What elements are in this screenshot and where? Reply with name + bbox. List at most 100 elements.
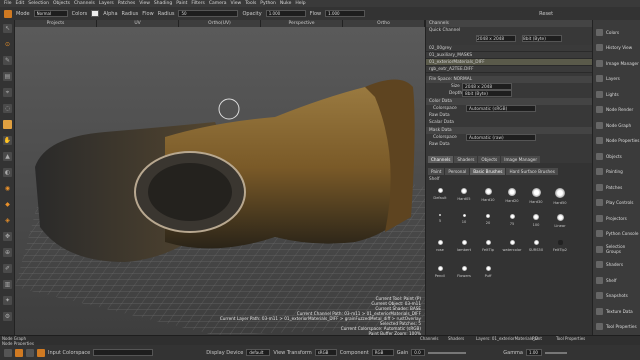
menu-item[interactable]: File — [4, 1, 12, 6]
sidebar-item[interactable]: Layers — [593, 71, 640, 87]
brush-preset[interactable]: Flowers — [454, 266, 474, 278]
color-swatch[interactable] — [91, 10, 100, 17]
component-select[interactable]: RGB — [371, 349, 394, 356]
menu-item[interactable]: Channels — [74, 1, 95, 6]
sidebar-item[interactable]: Image Manager — [593, 55, 640, 71]
menu-item[interactable]: Nuke — [280, 1, 291, 6]
sidebar-item[interactable]: Texture Data — [593, 303, 640, 319]
sidebar-item[interactable]: Projectors — [593, 210, 640, 226]
bottom-tab[interactable]: Paint — [532, 336, 542, 341]
input-colorspace-select[interactable] — [93, 349, 154, 356]
scalar-data-checkbox[interactable]: Scalar Data — [426, 119, 593, 126]
brush-preset[interactable]: Puff — [478, 266, 498, 278]
slice-tool-icon[interactable]: ◈ — [3, 216, 12, 225]
menu-item[interactable]: Shading — [154, 1, 172, 6]
brush-preset[interactable]: Hard30 — [526, 188, 546, 204]
flow-label[interactable]: Flow — [142, 11, 153, 17]
paint-tool-icon[interactable]: ⊙ — [3, 40, 12, 49]
brush-tab[interactable]: Basic Brushes — [470, 168, 506, 175]
layer-row[interactable]: 01_auxiliary_MASKS — [426, 52, 593, 59]
layer-row[interactable]: rgb_extr_A2TEE.DIFF — [426, 66, 593, 73]
radius-label[interactable]: Radius — [122, 11, 139, 17]
zoom-tool-icon[interactable]: ⊕ — [3, 248, 12, 257]
brush-preset[interactable]: 75 — [502, 214, 522, 226]
sidebar-item[interactable]: Node Graph — [593, 117, 640, 133]
channel-size-select[interactable]: 2048 x 2048 — [476, 35, 516, 42]
transform-tool-icon[interactable]: ✥ — [3, 232, 12, 241]
gamma-slider[interactable] — [545, 351, 567, 354]
brush-preset[interactable]: Pencil — [430, 266, 450, 278]
sidebar-item[interactable]: Objects — [593, 148, 640, 164]
colorspace-select[interactable]: Automatic (sRGB) — [466, 105, 536, 112]
brush-preset[interactable]: Hard50 — [550, 188, 570, 205]
panel-tab[interactable]: Channels — [428, 156, 454, 163]
stamp-tool-icon[interactable]: ◆ — [3, 200, 12, 209]
bottom-tab[interactable]: Channels — [420, 336, 439, 341]
radius-field[interactable]: 50 — [178, 10, 239, 17]
alpha-label[interactable]: Alpha — [103, 11, 117, 17]
sidebar-item[interactable]: Colors — [593, 24, 640, 40]
settings-tool-icon[interactable]: ⚙ — [3, 312, 12, 321]
bottom-tab[interactable]: Shaders — [448, 336, 464, 341]
brush-preset[interactable]: Hard10 — [478, 188, 498, 202]
3d-viewport[interactable]: Current Tool: Paint (P) Current Object: 0… — [15, 27, 425, 335]
brush-tab[interactable]: Personal — [445, 168, 470, 175]
menu-item[interactable]: Edit — [16, 1, 25, 6]
menu-item[interactable]: Objects — [53, 1, 70, 6]
dodge-tool-icon[interactable]: ◐ — [3, 168, 12, 177]
menu-item[interactable]: Tools — [245, 1, 256, 6]
gradient-tool-icon[interactable]: ▥ — [3, 280, 12, 289]
menu-item[interactable]: Filters — [191, 1, 205, 6]
flow-field[interactable]: 1.000 — [325, 10, 366, 17]
brush-tool-icon[interactable] — [4, 9, 12, 18]
sidebar-item[interactable]: Lights — [593, 86, 640, 102]
display-device-select[interactable]: default — [246, 349, 271, 356]
brush-preset[interactable]: 5 — [430, 214, 450, 223]
gain-slider[interactable] — [428, 351, 467, 354]
brush-preset[interactable]: 100 — [526, 214, 546, 227]
sidebar-item[interactable]: Patches — [593, 179, 640, 195]
projection-tool-icon[interactable]: ◉ — [3, 184, 12, 193]
depth-value[interactable]: 8bit (Byte) — [462, 90, 512, 97]
smear-tool-icon[interactable]: ✋ — [3, 136, 12, 145]
color-data-header[interactable]: Color Data — [426, 98, 593, 105]
brush-preset[interactable]: Linear — [550, 214, 570, 228]
gamma-field[interactable]: 1.00 — [526, 349, 542, 356]
brush-tab[interactable]: Hard Surface Brushes — [506, 168, 558, 175]
opacity-field[interactable]: 1.000 — [265, 10, 306, 17]
panel-tab[interactable]: Shaders — [454, 156, 478, 163]
clone-tool-icon[interactable]: ⌖ — [3, 88, 12, 97]
menu-item[interactable]: Paint — [176, 1, 187, 6]
sharpen-tool-icon[interactable]: ▲ — [3, 152, 12, 161]
layer-row[interactable]: 01_exteriorMaterials_DIFF — [426, 59, 593, 66]
view-tab[interactable]: Projects — [15, 20, 97, 27]
erase-tool-icon[interactable]: ✎ — [3, 56, 12, 65]
raw-data-checkbox[interactable]: Raw Data — [426, 112, 593, 119]
view-tab[interactable]: UV — [97, 20, 179, 27]
brush-preset[interactable]: FeltTip — [478, 240, 498, 252]
sidebar-item[interactable]: Shelf — [593, 272, 640, 288]
panel-tab[interactable]: Objects — [478, 156, 501, 163]
sidebar-item[interactable]: History View — [593, 40, 640, 56]
brush-preset[interactable]: Default — [430, 188, 450, 200]
menu-item[interactable]: Selection — [28, 1, 49, 6]
bottom-tab[interactable]: Tool Properties — [556, 336, 585, 341]
mask-data-header[interactable]: Mask Data — [426, 127, 593, 134]
sidebar-item[interactable]: Snapshots — [593, 288, 640, 304]
view-tab[interactable]: Perspective — [261, 20, 343, 27]
fill-tool-icon[interactable]: ▤ — [3, 72, 12, 81]
blur-tool-icon[interactable]: ◌ — [3, 104, 12, 113]
mode-select[interactable]: Normal — [33, 10, 68, 17]
gain-field[interactable]: 0.0 — [411, 349, 426, 356]
brush-preset[interactable]: 10 — [454, 214, 474, 224]
fx-tool-icon[interactable]: ✦ — [3, 296, 12, 305]
raw-data2-checkbox[interactable]: Raw Data — [426, 141, 593, 148]
sidebar-item[interactable]: Node Render — [593, 102, 640, 118]
sidebar-item[interactable]: Shaders — [593, 257, 640, 273]
view-tab[interactable]: Ortho(UV) — [179, 20, 261, 27]
colorspace2-select[interactable]: Automatic (raw) — [466, 134, 536, 141]
sidebar-item[interactable]: Play Controls — [593, 195, 640, 211]
gear-icon[interactable] — [37, 348, 45, 357]
layer-row[interactable]: 02_00grey — [426, 45, 593, 52]
size-value[interactable]: 2048 x 2048 — [462, 83, 512, 90]
